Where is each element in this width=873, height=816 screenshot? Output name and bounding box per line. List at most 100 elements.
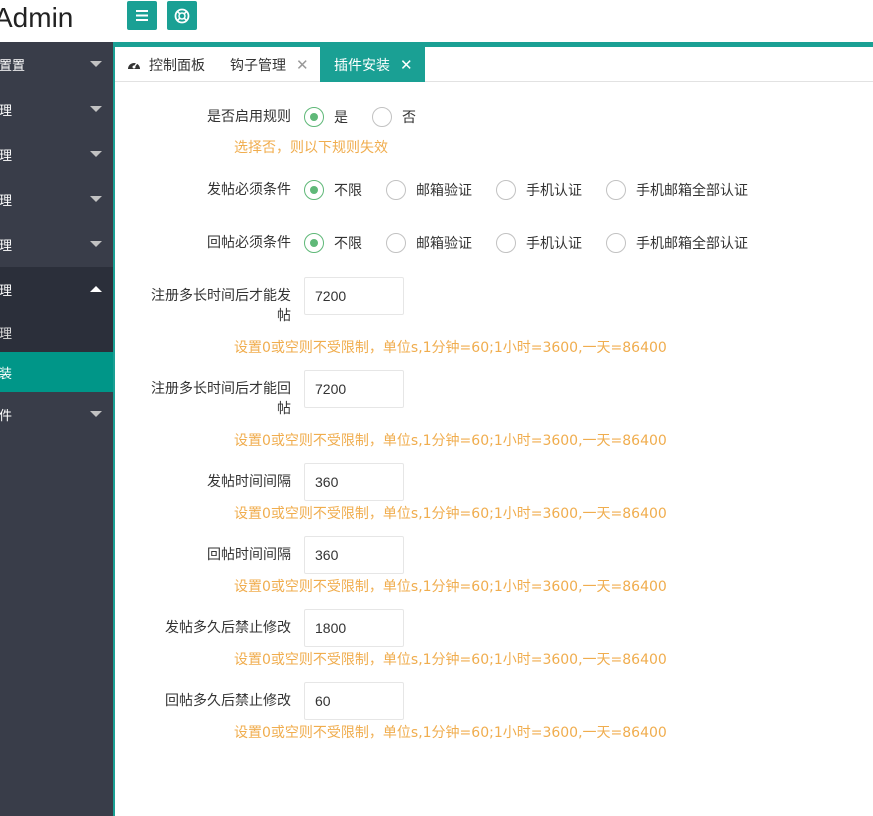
- reg-reply-label: 注册多长时间后才能回 帖: [141, 379, 291, 419]
- sidebar-item-manage-2[interactable]: 管理: [0, 132, 113, 177]
- radio-circle: [386, 233, 406, 253]
- reply-condition-label: 回帖必须条件: [207, 235, 291, 251]
- radio-label: 邮箱验证: [416, 183, 472, 199]
- radio-circle: [386, 180, 406, 200]
- sidebar-item-manage-5[interactable]: 管理: [0, 267, 113, 312]
- sidebar-item-plugins[interactable]: 插件: [0, 392, 113, 437]
- tab-label: 插件安装: [334, 57, 390, 74]
- radio-label: 否: [402, 110, 416, 126]
- lifebuoy-icon: [174, 8, 190, 24]
- radio-label: 手机认证: [526, 236, 582, 252]
- reg-post-label-line1: 注册多长时间后才能发: [151, 288, 291, 304]
- reg-post-hint: 设置0或空则不受限制，单位s,1分钟=60;1小时=3600,一天=86400: [234, 340, 667, 356]
- reply-interval-hint: 设置0或空则不受限制，单位s,1分钟=60;1小时=3600,一天=86400: [234, 579, 667, 595]
- radio-label: 不限: [334, 236, 362, 252]
- tab-label: 钩子管理: [230, 57, 286, 74]
- enable-rule-radio-group: 是 否: [304, 107, 440, 127]
- sidebar-item-label: 管理: [0, 194, 13, 209]
- post-interval-label: 发帖时间间隔: [207, 474, 291, 490]
- radio-circle: [606, 180, 626, 200]
- reg-reply-input[interactable]: [304, 370, 404, 408]
- dashboard-icon: [127, 59, 141, 71]
- radio-label: 不限: [334, 183, 362, 199]
- sidebar-item-manage-4[interactable]: 管理: [0, 222, 113, 267]
- enable-rule-hint: 选择否，则以下规则失效: [234, 140, 388, 156]
- sidebar-item-label: 管理: [0, 149, 13, 164]
- hamburger-icon: [136, 10, 148, 21]
- radio-circle: [496, 180, 516, 200]
- radio-reply-unlimited[interactable]: 不限: [304, 233, 362, 253]
- reg-post-label: 注册多长时间后才能发 帖: [141, 286, 291, 326]
- radio-reply-phone[interactable]: 手机认证: [496, 233, 582, 253]
- reply-edit-lock-input[interactable]: [304, 682, 404, 720]
- app-logo: Admin: [0, 2, 74, 33]
- reply-interval-label: 回帖时间间隔: [207, 547, 291, 563]
- chevron-down-icon: [90, 106, 102, 112]
- radio-label: 手机邮箱全部认证: [636, 236, 748, 252]
- tab-bar: 控制面板 钩子管理 ✕ 插件安装 ✕: [115, 42, 873, 82]
- radio-enable-no[interactable]: 否: [372, 107, 416, 127]
- tab-hook-manage[interactable]: 钩子管理 ✕: [218, 47, 321, 82]
- radio-label: 是: [334, 110, 348, 126]
- radio-post-unlimited[interactable]: 不限: [304, 180, 362, 200]
- reg-post-label-line2: 帖: [277, 308, 291, 324]
- sidebar-item-label: 管理: [0, 284, 13, 299]
- reg-reply-label-line1: 注册多长时间后才能回: [151, 381, 291, 397]
- close-icon[interactable]: ✕: [400, 56, 413, 74]
- tab-label: 控制面板: [149, 57, 205, 74]
- tab-plugin-install[interactable]: 插件安装 ✕: [320, 47, 425, 82]
- help-button[interactable]: [167, 1, 197, 30]
- reg-reply-label-line2: 帖: [277, 401, 291, 417]
- menu-toggle-button[interactable]: [127, 1, 157, 30]
- radio-label: 手机邮箱全部认证: [636, 183, 748, 199]
- sidebar-item-settings[interactable]: 设置置: [0, 42, 113, 87]
- post-edit-lock-input[interactable]: [304, 609, 404, 647]
- sidebar-subitem-label: 安装: [0, 366, 13, 382]
- chevron-down-icon: [90, 151, 102, 157]
- radio-circle: [304, 180, 324, 200]
- top-header: Admin: [0, 0, 873, 42]
- reply-condition-radio-group: 不限 邮箱验证 手机认证 手机邮箱全部认证: [304, 233, 772, 253]
- main-content: 控制面板 钩子管理 ✕ 插件安装 ✕ 是否启用规则 是 否 选择否，则以下规则失…: [113, 42, 873, 816]
- post-edit-lock-label: 发帖多久后禁止修改: [165, 620, 291, 636]
- post-condition-label: 发帖必须条件: [207, 182, 291, 198]
- chevron-down-icon: [90, 241, 102, 247]
- radio-circle: [304, 233, 324, 253]
- chevron-down-icon: [90, 196, 102, 202]
- sidebar-item-manage-3[interactable]: 管理: [0, 177, 113, 222]
- chevron-down-icon: [90, 61, 102, 67]
- chevron-up-icon: [90, 286, 102, 292]
- chevron-down-icon: [90, 411, 102, 417]
- radio-post-phone[interactable]: 手机认证: [496, 180, 582, 200]
- radio-reply-all[interactable]: 手机邮箱全部认证: [606, 233, 748, 253]
- sidebar-item-label: 设置置: [0, 59, 26, 74]
- post-condition-radio-group: 不限 邮箱验证 手机认证 手机邮箱全部认证: [304, 180, 772, 200]
- reg-post-input[interactable]: [304, 277, 404, 315]
- reg-reply-hint: 设置0或空则不受限制，单位s,1分钟=60;1小时=3600,一天=86400: [234, 433, 667, 449]
- reply-edit-lock-label: 回帖多久后禁止修改: [165, 693, 291, 709]
- post-interval-hint: 设置0或空则不受限制，单位s,1分钟=60;1小时=3600,一天=86400: [234, 506, 667, 522]
- reply-interval-input[interactable]: [304, 536, 404, 574]
- radio-label: 邮箱验证: [416, 236, 472, 252]
- tab-dashboard[interactable]: 控制面板: [115, 47, 217, 82]
- radio-circle: [372, 107, 392, 127]
- enable-rule-label: 是否启用规则: [207, 109, 291, 125]
- radio-post-all[interactable]: 手机邮箱全部认证: [606, 180, 748, 200]
- radio-reply-email[interactable]: 邮箱验证: [386, 233, 472, 253]
- post-edit-lock-hint: 设置0或空则不受限制，单位s,1分钟=60;1小时=3600,一天=86400: [234, 652, 667, 668]
- reply-edit-lock-hint: 设置0或空则不受限制，单位s,1分钟=60;1小时=3600,一天=86400: [234, 725, 667, 741]
- radio-enable-yes[interactable]: 是: [304, 107, 348, 127]
- close-icon[interactable]: ✕: [296, 56, 309, 74]
- sidebar-subitem-manage[interactable]: 管理: [0, 312, 113, 352]
- radio-circle: [304, 107, 324, 127]
- sidebar-subitem-install[interactable]: 安装: [0, 352, 113, 392]
- sidebar-subitem-label: 管理: [0, 326, 13, 342]
- sidebar-item-label: 管理: [0, 239, 13, 254]
- radio-circle: [606, 233, 626, 253]
- sidebar-item-label: 管理: [0, 104, 13, 119]
- radio-circle: [496, 233, 516, 253]
- sidebar: 设置置 管理 管理 管理 管理 管理 管理 安装 插件: [0, 42, 113, 816]
- sidebar-item-manage-1[interactable]: 管理: [0, 87, 113, 132]
- post-interval-input[interactable]: [304, 463, 404, 501]
- radio-post-email[interactable]: 邮箱验证: [386, 180, 472, 200]
